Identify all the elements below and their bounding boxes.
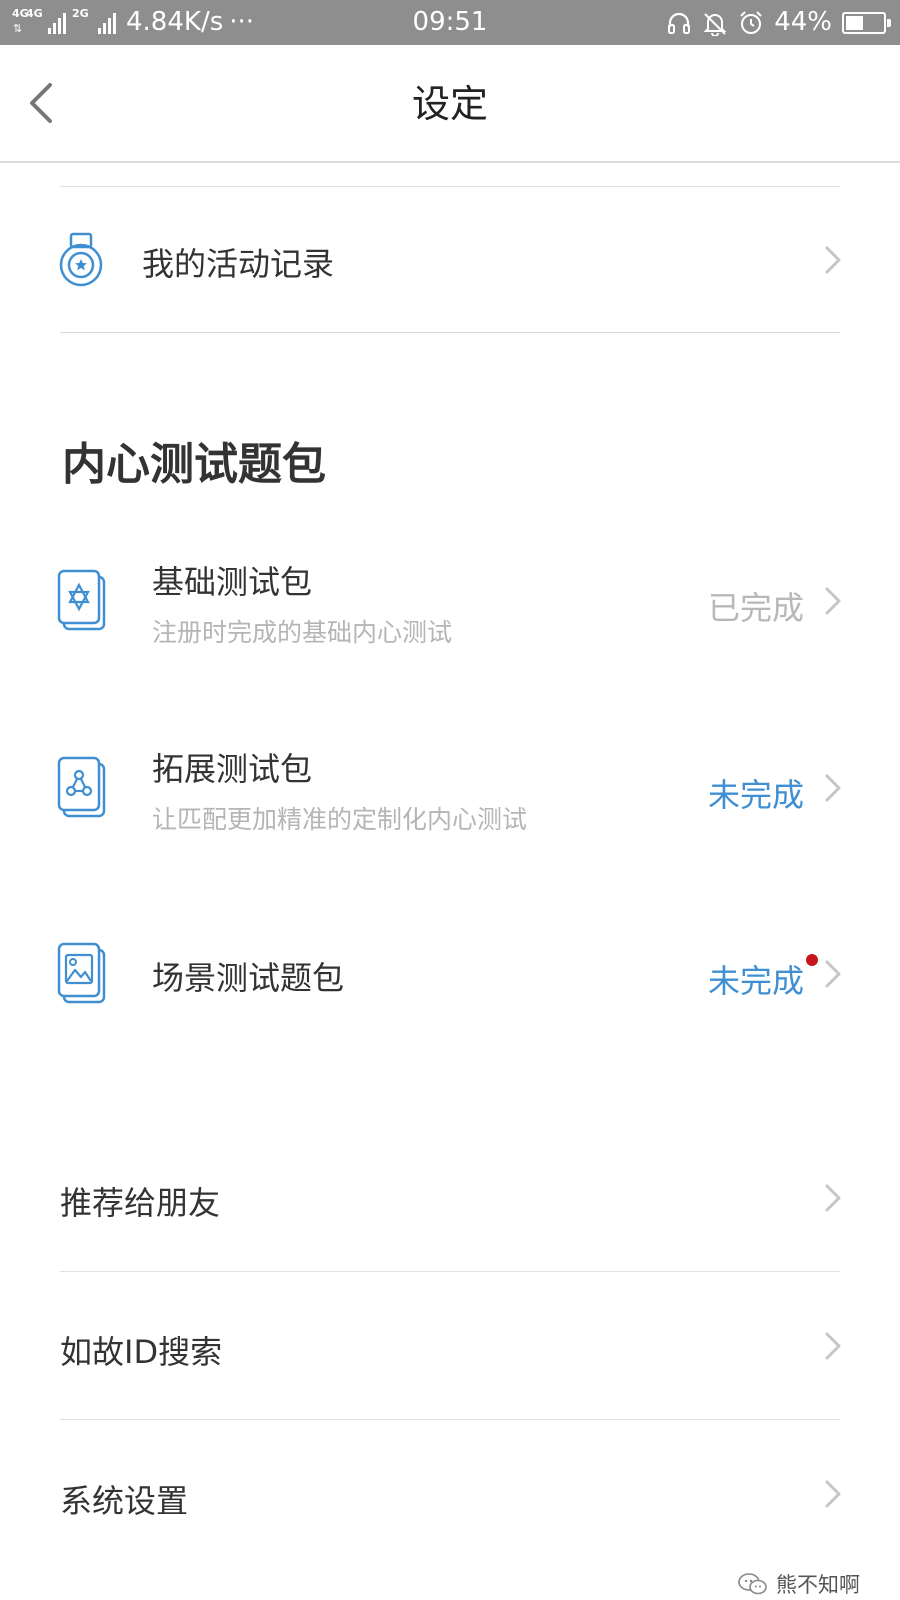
chevron-right-icon (825, 960, 841, 988)
watermark: 熊不知啊 (738, 1572, 860, 1597)
bell-muted-icon (703, 12, 727, 36)
headphones-icon (668, 12, 691, 34)
nav-bar: 设定 (0, 45, 900, 163)
divider (60, 332, 840, 333)
menu-item-id-search[interactable]: 如故ID搜索 (0, 1272, 900, 1419)
medal-icon (59, 232, 103, 287)
chevron-right-icon (825, 1184, 841, 1212)
test-pack-status: 未完成 (707, 776, 804, 814)
menu-item-label: 如故ID搜索 (60, 1333, 223, 1371)
activity-record-row[interactable]: 我的活动记录 (0, 187, 900, 332)
watermark-text: 熊不知啊 (776, 1573, 860, 1597)
chevron-right-icon (825, 246, 841, 274)
test-pack-subtitle: 让匹配更加精准的定制化内心测试 (152, 805, 528, 834)
test-pack-row-extended[interactable]: 拓展测试包 让匹配更加精准的定制化内心测试 未完成 (0, 717, 900, 857)
menu-item-label: 系统设置 (60, 1482, 189, 1520)
battery-percent: 44% (774, 7, 832, 37)
wechat-icon (738, 1573, 767, 1595)
battery-icon (842, 11, 891, 34)
network-card-icon (57, 756, 106, 818)
alarm-icon (740, 10, 762, 34)
status-bar: 4G 4G ⇅ 2G 4.84K/s ··· 09:51 44% (0, 0, 900, 45)
activity-record-label: 我的活动记录 (142, 245, 335, 283)
test-pack-status: 未完成 (707, 962, 804, 1000)
test-pack-title: 基础测试包 (152, 563, 313, 601)
chevron-right-icon (825, 1480, 841, 1508)
menu-item-label: 推荐给朋友 (60, 1184, 221, 1222)
test-pack-row-basic[interactable]: 基础测试包 注册时完成的基础内心测试 已完成 (0, 530, 900, 670)
section-title-tests: 内心测试题包 (62, 439, 326, 490)
test-pack-title: 拓展测试包 (152, 750, 313, 788)
notification-dot (806, 954, 818, 966)
page-title: 设定 (411, 82, 488, 126)
chevron-right-icon (825, 587, 841, 615)
test-pack-title: 场景测试题包 (152, 959, 345, 997)
menu-item-system-settings[interactable]: 系统设置 (0, 1420, 900, 1565)
menu-item-recommend[interactable]: 推荐给朋友 (0, 1126, 900, 1270)
chevron-right-icon (825, 774, 841, 802)
test-pack-subtitle: 注册时完成的基础内心测试 (152, 618, 453, 647)
status-right: 44% (666, 0, 891, 45)
chevron-right-icon (825, 1332, 841, 1360)
test-pack-status: 已完成 (707, 589, 804, 627)
star-card-icon (57, 569, 106, 631)
image-card-icon (57, 942, 106, 1004)
test-pack-row-scene[interactable]: 场景测试题包 未完成 (0, 905, 900, 1045)
